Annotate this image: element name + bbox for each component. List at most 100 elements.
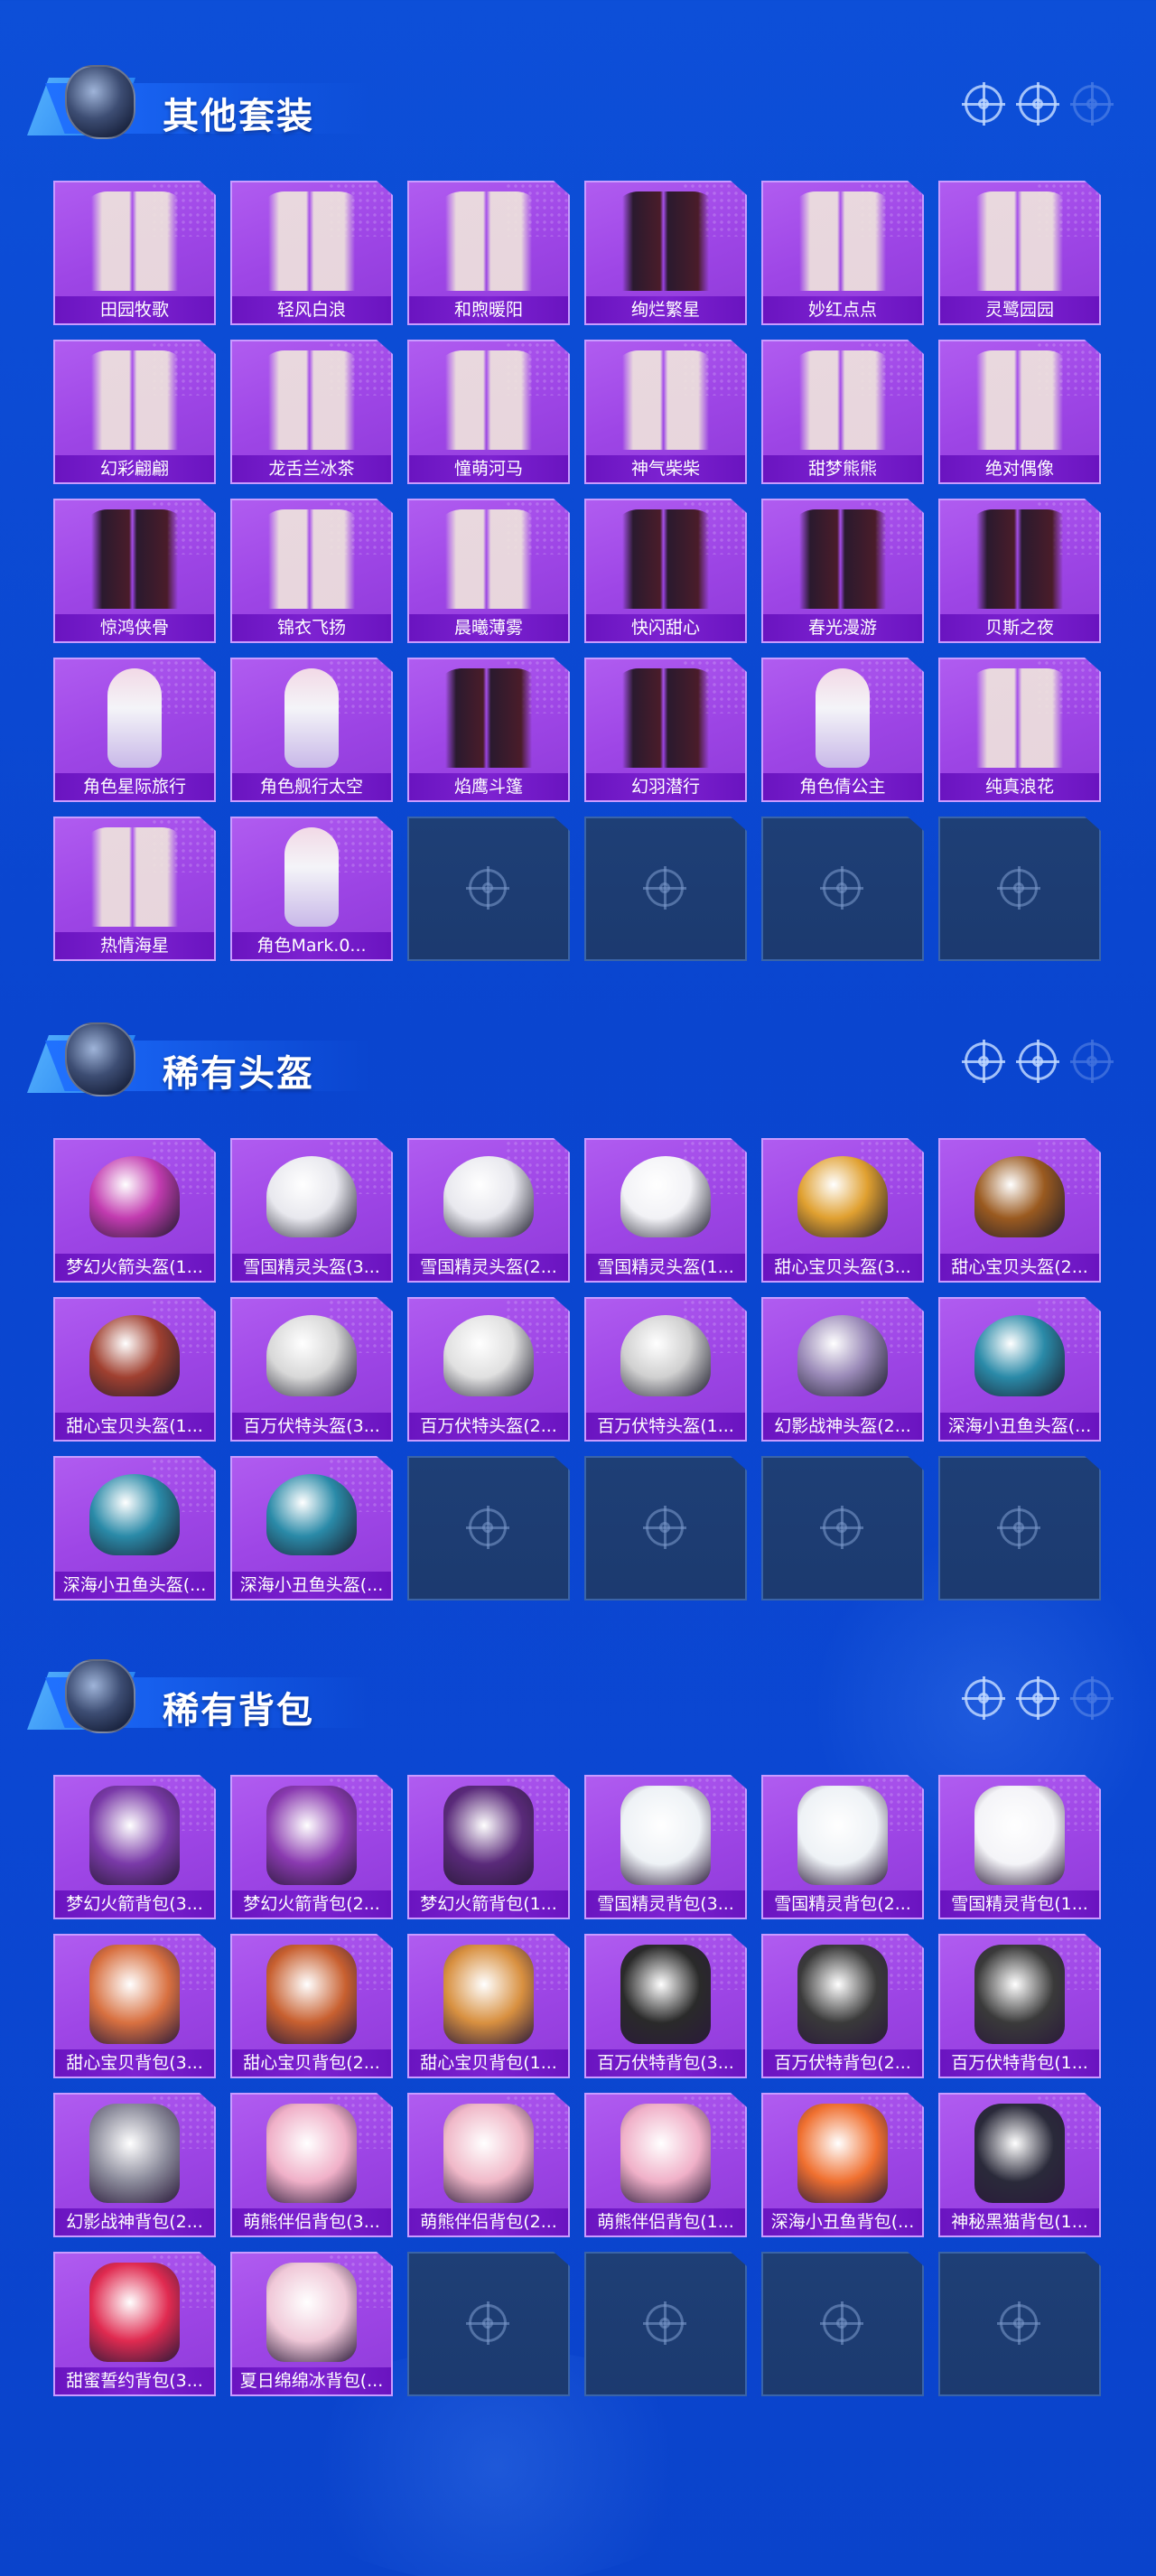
item-card[interactable]: 神秘黑猫背包(1... xyxy=(938,2093,1101,2237)
item-card[interactable]: 甜心宝贝头盔(3... xyxy=(761,1138,924,1283)
item-card[interactable]: 热情海星 xyxy=(53,817,216,961)
crosshair-icon xyxy=(466,866,509,910)
item-card[interactable]: 幻影战神背包(2... xyxy=(53,2093,216,2237)
item-card[interactable]: 幻羽潜行 xyxy=(584,658,747,802)
item-image xyxy=(266,2104,357,2203)
item-card[interactable]: 深海小丑鱼头盔(... xyxy=(938,1297,1101,1442)
item-card[interactable]: 轻风白浪 xyxy=(230,181,393,325)
crosshair-icon xyxy=(997,1506,1040,1549)
item-card[interactable]: 夏日绵绵冰背包(... xyxy=(230,2252,393,2396)
item-card[interactable]: 甜心宝贝背包(2... xyxy=(230,1934,393,2078)
item-card[interactable]: 雪国精灵背包(2... xyxy=(761,1775,924,1919)
item-card[interactable]: 焰鹰斗篷 xyxy=(407,658,570,802)
item-card[interactable]: 百万伏特头盔(1... xyxy=(584,1297,747,1442)
item-card[interactable]: 角色星际旅行 xyxy=(53,658,216,802)
crosshair-icon xyxy=(997,866,1040,910)
empty-slot xyxy=(584,1456,747,1601)
item-card[interactable]: 百万伏特头盔(3... xyxy=(230,1297,393,1442)
item-card[interactable]: 雪国精灵头盔(3... xyxy=(230,1138,393,1283)
item-card[interactable]: 百万伏特背包(1... xyxy=(938,1934,1101,2078)
item-card[interactable]: 角色倩公主 xyxy=(761,658,924,802)
item-image xyxy=(620,2104,711,2203)
item-card[interactable]: 甜心宝贝背包(3... xyxy=(53,1934,216,2078)
item-image xyxy=(788,350,897,450)
item-image xyxy=(266,1474,357,1555)
item-card[interactable]: 惊鸿侠骨 xyxy=(53,499,216,643)
item-card[interactable]: 甜心宝贝背包(1... xyxy=(407,1934,570,2078)
item-card[interactable]: 梦幻火箭背包(1... xyxy=(407,1775,570,1919)
item-label: 焰鹰斗篷 xyxy=(409,773,568,800)
item-label: 惊鸿侠骨 xyxy=(55,614,214,641)
item-card[interactable]: 和煦暖阳 xyxy=(407,181,570,325)
item-card[interactable]: 萌熊伴侣背包(1... xyxy=(584,2093,747,2237)
crosshair-icon xyxy=(1016,1040,1059,1083)
item-image xyxy=(620,1786,711,1885)
item-card[interactable]: 龙舌兰冰茶 xyxy=(230,340,393,484)
item-card[interactable]: 百万伏特头盔(2... xyxy=(407,1297,570,1442)
item-label: 快闪甜心 xyxy=(586,614,745,641)
item-label: 和煦暖阳 xyxy=(409,296,568,323)
section-title: 稀有头盔 xyxy=(163,1054,314,1094)
item-card[interactable]: 萌熊伴侣背包(3... xyxy=(230,2093,393,2237)
item-label: 甜梦熊熊 xyxy=(763,455,922,482)
item-card[interactable]: 雪国精灵背包(1... xyxy=(938,1775,1101,1919)
item-card[interactable]: 灵鹭园园 xyxy=(938,181,1101,325)
item-label: 角色倩公主 xyxy=(763,773,922,800)
item-card[interactable]: 深海小丑鱼头盔(... xyxy=(53,1456,216,1601)
item-label: 百万伏特头盔(3... xyxy=(232,1413,391,1440)
item-card[interactable]: 甜心宝贝头盔(2... xyxy=(938,1138,1101,1283)
item-card[interactable]: 雪国精灵背包(3... xyxy=(584,1775,747,1919)
item-card[interactable]: 快闪甜心 xyxy=(584,499,747,643)
item-label: 梦幻火箭背包(1... xyxy=(409,1890,568,1918)
item-image xyxy=(974,1786,1065,1885)
item-card[interactable]: 甜蜜誓约背包(3... xyxy=(53,2252,216,2396)
item-card[interactable]: 妙红点点 xyxy=(761,181,924,325)
item-card[interactable]: 角色舰行太空 xyxy=(230,658,393,802)
item-card[interactable]: 梦幻火箭背包(2... xyxy=(230,1775,393,1919)
item-label: 春光漫游 xyxy=(763,614,922,641)
item-label: 雪国精灵头盔(1... xyxy=(586,1254,745,1281)
item-image xyxy=(266,2263,357,2362)
item-card[interactable]: 绝对偶像 xyxy=(938,340,1101,484)
item-image xyxy=(284,827,339,927)
item-image xyxy=(965,350,1074,450)
empty-slot xyxy=(761,817,924,961)
item-card[interactable]: 贝斯之夜 xyxy=(938,499,1101,643)
item-image xyxy=(89,2263,180,2362)
item-card[interactable]: 幻彩翩翩 xyxy=(53,340,216,484)
item-card[interactable]: 百万伏特背包(3... xyxy=(584,1934,747,2078)
item-card[interactable]: 神气柴柴 xyxy=(584,340,747,484)
item-label: 晨曦薄雾 xyxy=(409,614,568,641)
item-card[interactable]: 雪国精灵头盔(2... xyxy=(407,1138,570,1283)
item-card[interactable]: 百万伏特背包(2... xyxy=(761,1934,924,2078)
mascot-avatar-icon xyxy=(65,1022,135,1097)
item-card[interactable]: 晨曦薄雾 xyxy=(407,499,570,643)
item-card[interactable]: 绚烂繁星 xyxy=(584,181,747,325)
item-card[interactable]: 甜梦熊熊 xyxy=(761,340,924,484)
item-image xyxy=(974,1156,1065,1237)
item-grid: 梦幻火箭背包(3... 梦幻火箭背包(2... 梦幻火箭背包(1... 雪国精灵背包(… xyxy=(53,1775,1101,2396)
item-label: 深海小丑鱼头盔(... xyxy=(232,1572,391,1599)
item-image xyxy=(816,668,870,768)
item-card[interactable]: 梦幻火箭背包(3... xyxy=(53,1775,216,1919)
item-label: 甜心宝贝头盔(2... xyxy=(940,1254,1099,1281)
item-card[interactable]: 憧萌河马 xyxy=(407,340,570,484)
section-title: 稀有背包 xyxy=(163,1691,314,1731)
item-card[interactable]: 幻影战神头盔(2... xyxy=(761,1297,924,1442)
item-card[interactable]: 深海小丑鱼背包(... xyxy=(761,2093,924,2237)
item-card[interactable]: 梦幻火箭头盔(1... xyxy=(53,1138,216,1283)
item-card[interactable]: 萌熊伴侣背包(2... xyxy=(407,2093,570,2237)
item-label: 萌熊伴侣背包(3... xyxy=(232,2208,391,2235)
item-card[interactable]: 春光漫游 xyxy=(761,499,924,643)
item-card[interactable]: 角色Mark.0... xyxy=(230,817,393,961)
item-card[interactable]: 甜心宝贝头盔(1... xyxy=(53,1297,216,1442)
item-card[interactable]: 锦衣飞扬 xyxy=(230,499,393,643)
item-label: 灵鹭园园 xyxy=(940,296,1099,323)
item-label: 幻彩翩翩 xyxy=(55,455,214,482)
item-card[interactable]: 深海小丑鱼头盔(... xyxy=(230,1456,393,1601)
item-card[interactable]: 田园牧歌 xyxy=(53,181,216,325)
item-image xyxy=(797,1786,888,1885)
item-card[interactable]: 纯真浪花 xyxy=(938,658,1101,802)
item-label: 百万伏特头盔(2... xyxy=(409,1413,568,1440)
item-card[interactable]: 雪国精灵头盔(1... xyxy=(584,1138,747,1283)
